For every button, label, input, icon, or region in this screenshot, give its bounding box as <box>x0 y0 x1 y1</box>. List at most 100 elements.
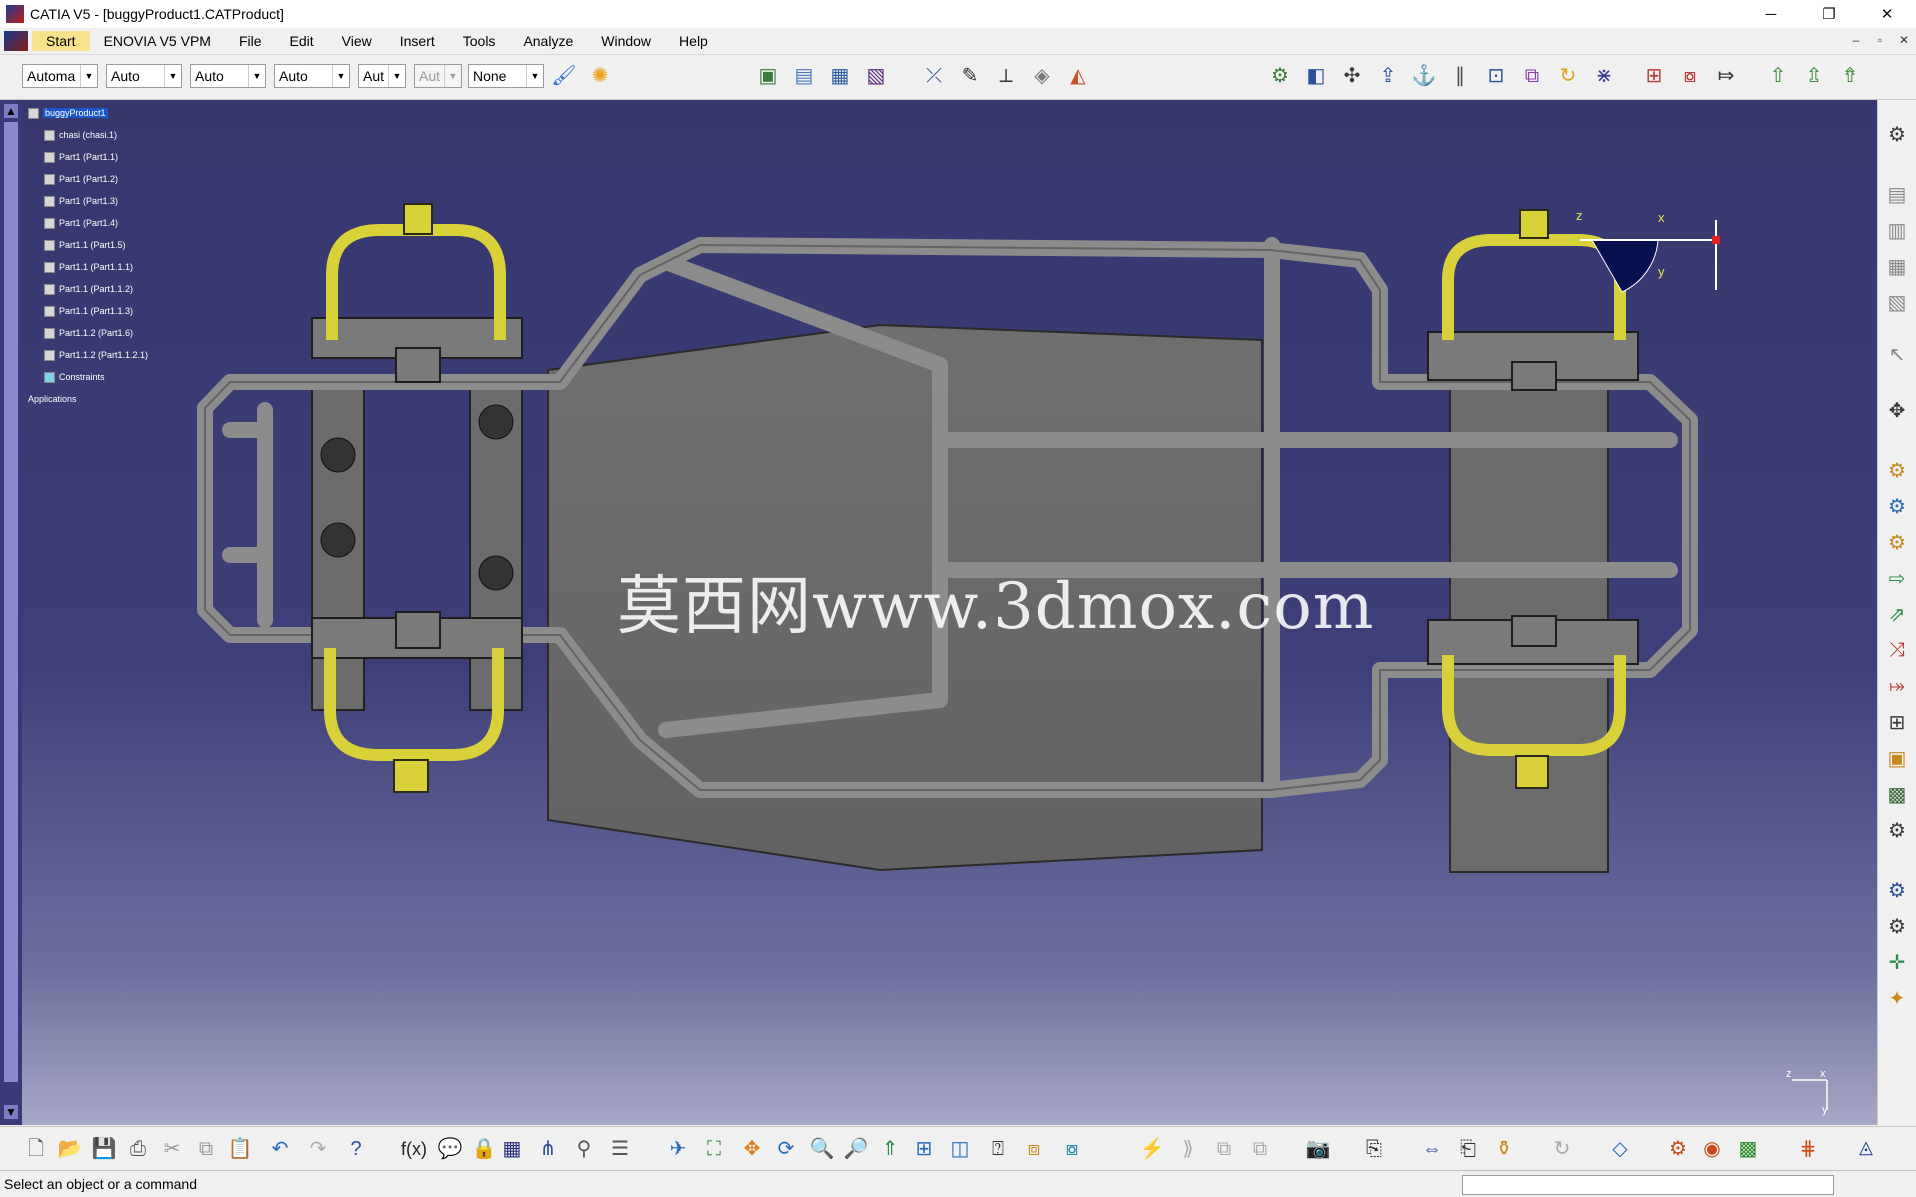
scene-bottom-icon[interactable]: ⧉ <box>1210 1135 1238 1163</box>
snap-right-icon[interactable]: ▣ <box>1883 744 1911 772</box>
update-icon[interactable]: ⧇ <box>1676 62 1704 90</box>
wireframe-icon[interactable]: ⚡ <box>1138 1135 1166 1163</box>
rotate-icon[interactable]: ⚙ <box>1883 816 1911 844</box>
offset-icon[interactable]: ↻ <box>1554 62 1582 90</box>
section-icon[interactable]: ◭ <box>1064 62 1092 90</box>
part-icon[interactable]: ◧ <box>1302 62 1330 90</box>
hide-show-icon[interactable]: ⍰ <box>984 1135 1012 1163</box>
flexible-icon[interactable]: ⚙ <box>1883 528 1911 556</box>
analysis-icon[interactable]: ⚱ <box>1490 1135 1518 1163</box>
annotation-icon[interactable]: ✎ <box>956 62 984 90</box>
tree-item[interactable]: Part1.1 (Part1.5) <box>44 238 126 252</box>
translate-icon[interactable]: ⚙ <box>1883 876 1911 904</box>
color-combo[interactable]: Automa ▼ <box>22 64 98 88</box>
catia-menu-logo-icon[interactable] <box>4 31 28 51</box>
grid-icon[interactable]: ▩ <box>1734 1135 1762 1163</box>
tree-item-applications[interactable]: Applications <box>28 392 77 406</box>
capture-icon[interactable]: ⟫ <box>1174 1135 1202 1163</box>
exchange-icon[interactable]: ⇮ <box>1836 62 1864 90</box>
transparency-combo[interactable]: Auto ▼ <box>106 64 182 88</box>
split-icon[interactable]: ⤨ <box>1883 636 1911 664</box>
annotation-right-icon[interactable]: ▩ <box>1883 780 1911 808</box>
bill-of-material-icon[interactable]: ⚙ <box>1883 456 1911 484</box>
save-icon[interactable]: 💾 <box>90 1135 118 1163</box>
inertia-icon[interactable]: ⎘ <box>1360 1135 1388 1163</box>
table-icon[interactable]: ▦ <box>498 1135 526 1163</box>
menu-help[interactable]: Help <box>665 31 722 51</box>
doc-close-button[interactable]: ✕ <box>1892 28 1916 52</box>
clash-icon[interactable]: ⚙ <box>1266 62 1294 90</box>
axis-icon[interactable]: ✦ <box>1883 984 1911 1012</box>
iso-view-icon[interactable]: ◫ <box>946 1135 974 1163</box>
clash-bottom-icon[interactable]: ↻ <box>1548 1135 1576 1163</box>
angle-icon[interactable]: ⋇ <box>1590 62 1618 90</box>
grid-icon[interactable]: ◉ <box>1698 1135 1726 1163</box>
formula-icon[interactable]: f(x) <box>400 1135 428 1163</box>
tree-item[interactable]: Part1.1 (Part1.1.1) <box>44 260 133 274</box>
swap-icon[interactable]: ⧈ <box>1020 1135 1048 1163</box>
scroll-up-icon[interactable]: ▲ <box>4 104 18 118</box>
undo-icon[interactable]: ↶ <box>266 1135 294 1163</box>
bulb-icon[interactable]: ✺ <box>586 62 614 90</box>
pan-icon[interactable]: ✥ <box>738 1135 766 1163</box>
select-icon[interactable]: ↖ <box>1883 340 1911 368</box>
axis-icon[interactable]: ✛ <box>1883 948 1911 976</box>
axis-icon[interactable]: ⚙ <box>1883 912 1911 940</box>
plane-icon[interactable]: ⎗ <box>1454 1135 1482 1163</box>
manipulate-icon[interactable]: ⇪ <box>1374 62 1402 90</box>
pattern-icon[interactable]: ⇨ <box>1883 564 1911 592</box>
product-icon[interactable]: ▤ <box>790 62 818 90</box>
symmetry-icon[interactable]: ⇗ <box>1883 600 1911 628</box>
tree-item-constraints[interactable]: Constraints <box>44 370 105 384</box>
tree-item[interactable]: Part1.1.2 (Part1.6) <box>44 326 133 340</box>
tree-item[interactable]: Part1 (Part1.1) <box>44 150 118 164</box>
catalog-browser-icon[interactable]: ☰ <box>606 1135 634 1163</box>
menu-file[interactable]: File <box>225 31 276 51</box>
tree-scrollbar[interactable]: ▲ ▼ <box>0 100 22 1125</box>
normal-view-icon[interactable]: ⇑ <box>876 1135 904 1163</box>
explode-icon[interactable]: ⚓ <box>1410 62 1438 90</box>
catia-app-icon[interactable] <box>6 5 24 23</box>
3d-viewport[interactable]: ▲ ▼ buggyProduct1 chasi (chasi.1) Part1 … <box>0 100 1878 1125</box>
tree-item[interactable]: Part1 (Part1.4) <box>44 216 118 230</box>
line-thickness-combo[interactable]: Auto ▼ <box>190 64 266 88</box>
update-bottom-icon[interactable]: ⇔ <box>1418 1135 1446 1163</box>
doc-minimize-button[interactable]: – <box>1844 28 1868 52</box>
zoom-out-icon[interactable]: 🔎 <box>842 1135 870 1163</box>
restore-button[interactable]: ❐ <box>1800 0 1858 28</box>
paint-brush-icon[interactable]: 🖌 <box>550 62 578 90</box>
print-icon[interactable]: ⎙ <box>124 1135 152 1163</box>
stats-icon[interactable]: ◇ <box>1606 1135 1634 1163</box>
menu-tools[interactable]: Tools <box>449 31 510 51</box>
lock-icon[interactable]: 🔒 <box>470 1135 498 1163</box>
open-icon[interactable]: 📂 <box>56 1135 84 1163</box>
component-icon[interactable]: ▤ <box>1883 180 1911 208</box>
menu-edit[interactable]: Edit <box>276 31 328 51</box>
multi-view-icon[interactable]: ⊞ <box>910 1135 938 1163</box>
cut-icon[interactable]: ✂ <box>158 1135 186 1163</box>
paste-icon[interactable]: 📋 <box>226 1135 254 1163</box>
measure-item-icon[interactable]: 📷 <box>1304 1135 1332 1163</box>
render-icon[interactable]: ⧇ <box>1058 1135 1086 1163</box>
positioned-component-icon[interactable]: ▧ <box>862 62 890 90</box>
layer-combo[interactable]: None ▼ <box>468 64 544 88</box>
menu-view[interactable]: View <box>328 31 386 51</box>
pocket-icon[interactable]: ⊞ <box>1883 708 1911 736</box>
fix-icon[interactable]: ⊞ <box>1640 62 1668 90</box>
contact-icon[interactable]: ⧉ <box>1518 62 1546 90</box>
measure-icon[interactable]: ⟂ <box>992 62 1020 90</box>
grid-icon[interactable]: ⚙ <box>1664 1135 1692 1163</box>
scroll-track[interactable] <box>4 122 18 1082</box>
assemble-icon[interactable]: ✣ <box>1338 62 1366 90</box>
redo-icon[interactable]: ↷ <box>304 1135 332 1163</box>
menu-analyze[interactable]: Analyze <box>509 31 587 51</box>
scroll-down-icon[interactable]: ▼ <box>4 1105 18 1119</box>
tree-item[interactable]: Part1 (Part1.2) <box>44 172 118 186</box>
publish-icon[interactable]: ⇫ <box>1800 62 1828 90</box>
scene-icon[interactable]: ⇧ <box>1764 62 1792 90</box>
copy-icon[interactable]: ⧉ <box>192 1135 220 1163</box>
magnet-icon[interactable]: ⚲ <box>570 1135 598 1163</box>
close-button[interactable]: ✕ <box>1858 0 1916 28</box>
design-mode-icon[interactable]: ✥ <box>1883 396 1911 424</box>
sketch-icon[interactable]: ⚙ <box>1883 120 1911 148</box>
